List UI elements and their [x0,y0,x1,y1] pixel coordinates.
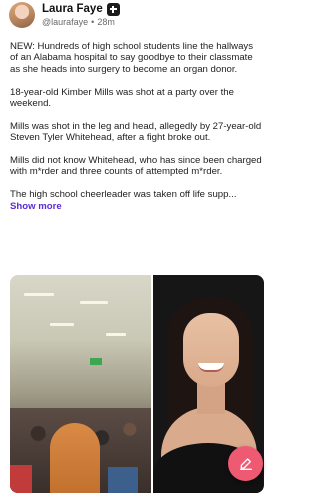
compose-icon [239,457,252,470]
exit-sign [90,358,102,365]
post-header: Laura Faye @laurafaye • 28m [9,0,264,30]
post-paragraph: 18-year-old Kimber Mills was shot at a p… [10,86,234,110]
ceiling-light [24,293,54,296]
post-paragraph-truncated: The high school cheerleader was taken of… [10,189,263,212]
ceiling-light [80,301,108,304]
avatar[interactable] [9,2,35,28]
post-paragraph: NEW: Hundreds of high school students li… [10,41,253,75]
post-media [10,275,264,493]
show-more-link[interactable]: Show more [10,201,62,212]
hospital-crowd-photo[interactable] [10,275,151,493]
author-name[interactable]: Laura Faye [42,3,103,15]
author-info: Laura Faye @laurafaye • 28m [42,2,120,28]
author-meta: @laurafaye • 28m [42,16,120,28]
post-paragraph: Mills did not know Whitehead, who has si… [10,155,262,178]
author-handle[interactable]: @laurafaye [42,17,88,27]
ceiling-light [106,333,126,336]
post-body: NEW: Hundreds of high school students li… [10,41,263,212]
post-paragraph-text: The high school cheerleader was taken of… [10,189,237,201]
post-time: 28m [97,17,115,27]
compose-button[interactable] [228,446,263,481]
person-blue-shirt [108,467,138,493]
person-red-hair [50,423,100,493]
portrait-face [183,313,239,387]
ceiling-light [50,323,74,326]
author-name-row: Laura Faye [42,2,120,16]
plus-badge-icon [106,2,120,16]
meta-separator: • [91,17,95,27]
person-red-shirt [10,465,32,493]
post-paragraph: Mills was shot in the leg and head, alle… [10,120,262,144]
